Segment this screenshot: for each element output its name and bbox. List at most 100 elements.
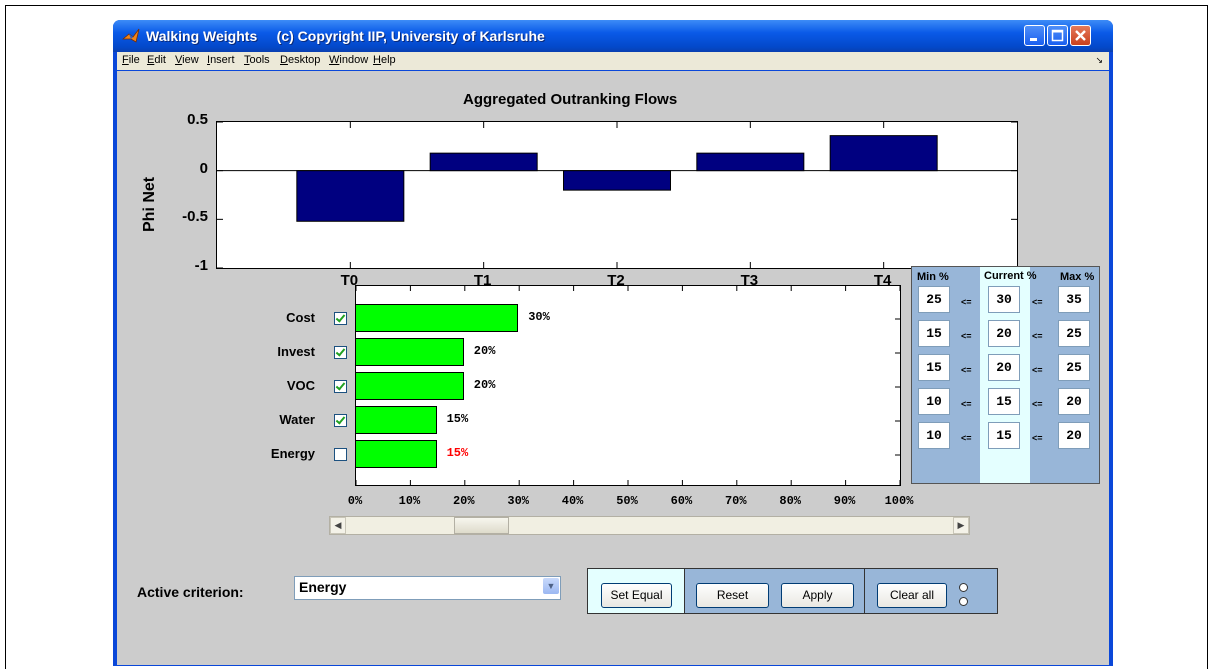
dock-arrow-icon[interactable]: ↘ <box>1095 55 1103 66</box>
min-header: Min % <box>917 271 949 283</box>
flow-bar-t1 <box>429 152 538 172</box>
flow-bar-t4 <box>829 135 938 172</box>
weight-slider[interactable]: ◀ ▶ <box>329 516 970 535</box>
menu-tools[interactable]: Tools <box>244 54 270 66</box>
flow-bar-t3 <box>696 152 805 172</box>
percent-tick-label: 40% <box>561 494 584 508</box>
max-field-cost[interactable]: 35 <box>1058 286 1090 313</box>
current-field-energy[interactable]: 15 <box>988 422 1020 449</box>
criterion-label-energy: Energy <box>270 446 315 461</box>
percent-tick-label: 20% <box>452 494 475 508</box>
menu-insert[interactable]: Insert <box>207 54 235 66</box>
reset-apply-group: Reset Apply <box>684 568 865 614</box>
percent-tick-label: 70% <box>724 494 747 508</box>
weight-bar-voc <box>355 372 464 400</box>
weight-bar-cost <box>355 304 519 332</box>
title-bar[interactable]: Walking Weights (c) Copyright IIP, Unive… <box>113 20 1113 52</box>
max-field-energy[interactable]: 20 <box>1058 422 1090 449</box>
active-criterion-value: Energy <box>299 579 347 595</box>
weight-value-cost: 30% <box>528 310 550 324</box>
flow-plot <box>217 122 1017 268</box>
active-criterion-label: Active criterion: <box>137 584 244 600</box>
min-field-energy[interactable]: 10 <box>918 422 950 449</box>
criterion-checkbox-cost[interactable] <box>334 312 347 325</box>
min-field-voc[interactable]: 15 <box>918 354 950 381</box>
current-field-water[interactable]: 15 <box>988 388 1020 415</box>
figure-area: Aggregated Outranking Flows Phi Net 0.5 0… <box>117 71 1109 665</box>
y-tick-label: -0.5 <box>182 208 208 226</box>
min-field-water[interactable]: 10 <box>918 388 950 415</box>
clear-all-button[interactable]: Clear all <box>877 583 947 608</box>
current-field-voc[interactable]: 20 <box>988 354 1020 381</box>
clear-all-group: Clear all <box>864 568 998 614</box>
menu-edit[interactable]: Edit <box>147 54 166 66</box>
current-field-cost[interactable]: 30 <box>988 286 1020 313</box>
max-field-water[interactable]: 20 <box>1058 388 1090 415</box>
option-radio-1[interactable] <box>959 583 968 592</box>
criterion-checkbox-voc[interactable] <box>334 380 347 393</box>
max-header: Max % <box>1060 271 1095 283</box>
less-equal-operator: <= <box>1032 365 1043 375</box>
max-field-invest[interactable]: 25 <box>1058 320 1090 347</box>
slider-thumb[interactable] <box>454 517 510 534</box>
less-equal-operator: <= <box>961 433 972 443</box>
criterion-checkbox-invest[interactable] <box>334 346 347 359</box>
max-field-voc[interactable]: 25 <box>1058 354 1090 381</box>
criterion-checkbox-energy[interactable] <box>334 448 347 461</box>
chart-title: Aggregated Outranking Flows <box>463 91 678 108</box>
criterion-checkbox-water[interactable] <box>334 414 347 427</box>
weight-value-energy: 15% <box>446 446 469 460</box>
criterion-label-water: Water <box>279 412 315 427</box>
weight-bar-invest <box>355 338 464 366</box>
weight-value-water: 15% <box>446 412 469 426</box>
less-equal-operator: <= <box>961 365 972 375</box>
set-equal-group: Set Equal <box>587 568 685 614</box>
percent-tick-label: 50% <box>616 494 638 508</box>
menu-window[interactable]: Window <box>329 54 368 66</box>
less-equal-operator: <= <box>1032 297 1043 307</box>
matlab-logo-icon <box>122 28 140 43</box>
menu-bar: File Edit View Insert Tools Desktop Wind… <box>117 52 1109 70</box>
flow-bar-t0 <box>296 170 405 222</box>
outranking-flow-chart <box>216 121 1018 269</box>
scroll-left-icon[interactable]: ◀ <box>330 517 346 534</box>
y-axis-label: Phi Net <box>141 176 158 232</box>
active-criterion-select[interactable]: Energy ▼ <box>294 576 561 600</box>
close-icon[interactable] <box>1070 25 1091 46</box>
criterion-label-invest: Invest <box>277 344 315 359</box>
current-field-invest[interactable]: 20 <box>988 320 1020 347</box>
less-equal-operator: <= <box>1032 331 1043 341</box>
y-tick-label: 0.5 <box>187 111 208 128</box>
less-equal-operator: <= <box>1032 399 1043 409</box>
menu-view[interactable]: View <box>175 54 199 66</box>
flow-bar-t2 <box>563 170 671 191</box>
less-equal-operator: <= <box>961 297 972 307</box>
option-radio-2[interactable] <box>959 597 968 606</box>
percent-tick-label: 30% <box>507 494 529 508</box>
current-header: Current % <box>984 270 1037 282</box>
weight-value-invest: 20% <box>473 344 496 358</box>
menu-file[interactable]: File <box>122 54 140 66</box>
weight-bar-water <box>355 406 437 434</box>
scroll-right-icon[interactable]: ▶ <box>953 517 969 534</box>
set-equal-button[interactable]: Set Equal <box>601 583 672 608</box>
app-window: Walking Weights (c) Copyright IIP, Unive… <box>113 20 1113 666</box>
min-field-invest[interactable]: 15 <box>918 320 950 347</box>
maximize-icon[interactable] <box>1047 25 1068 46</box>
apply-button[interactable]: Apply <box>781 583 854 608</box>
percent-tick-label: 90% <box>833 494 856 508</box>
window-title: Walking Weights (c) Copyright IIP, Unive… <box>146 28 545 44</box>
percent-tick-label: 100% <box>884 494 914 508</box>
y-tick-label: -1 <box>194 257 208 274</box>
menu-desktop[interactable]: Desktop <box>280 54 320 66</box>
minimize-icon[interactable] <box>1024 25 1045 46</box>
weight-bar-energy <box>355 440 437 468</box>
chevron-down-icon[interactable]: ▼ <box>543 578 559 594</box>
less-equal-operator: <= <box>961 331 972 341</box>
menu-help[interactable]: Help <box>373 54 396 66</box>
min-field-cost[interactable]: 25 <box>918 286 950 313</box>
percent-tick-label: 60% <box>670 494 693 508</box>
limits-panel: Min % Current % Max % 25 <= 30 <= 35 15 <= 20 <=… <box>911 266 1100 484</box>
reset-button[interactable]: Reset <box>696 583 769 608</box>
percent-tick-label: 0% <box>347 494 363 508</box>
